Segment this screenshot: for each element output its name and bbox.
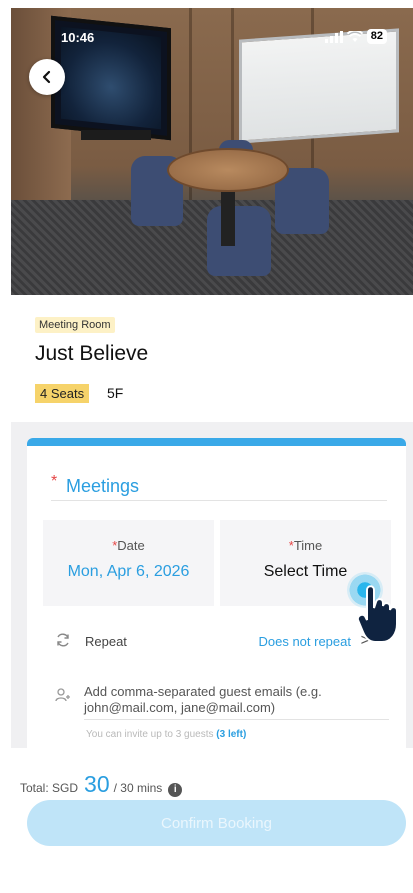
pointing-hand-icon: [357, 585, 398, 643]
room-name: Just Believe: [35, 342, 149, 365]
whiteboard: [239, 28, 399, 144]
meeting-title-value: Meetings: [66, 476, 140, 496]
confirm-booking-button[interactable]: Confirm Booking: [27, 800, 406, 846]
chair: [207, 206, 271, 276]
chevron-left-icon: [42, 70, 51, 84]
guest-emails-input[interactable]: Add comma-separated guest emails (e.g. j…: [84, 684, 389, 720]
repeat-label: Repeat: [85, 634, 127, 649]
room-type-badge: Meeting Room: [35, 317, 115, 333]
room-photo: 10:46 82: [11, 8, 413, 295]
repeat-value: Does not repeat: [258, 634, 351, 649]
date-value: Mon, Apr 6, 2026: [67, 563, 190, 580]
guests-remaining: (3 left): [216, 729, 247, 740]
info-icon[interactable]: i: [168, 783, 183, 797]
wifi-icon: [346, 30, 363, 42]
status-time: 10:46: [61, 30, 95, 45]
total-prefix: Total: SGD: [20, 781, 79, 795]
repeat-row[interactable]: Repeat Does not repeat >: [55, 632, 375, 652]
seats-badge: 4 Seats: [35, 384, 90, 403]
add-person-icon: [55, 688, 70, 702]
total-amount: 30: [84, 771, 110, 797]
back-button[interactable]: [29, 59, 65, 95]
total-duration: / 30 mins: [113, 781, 163, 795]
status-icons: 82: [324, 29, 387, 44]
signal-bars-icon: [324, 30, 343, 43]
meeting-title-field[interactable]: * Meetings: [51, 473, 387, 501]
total-price: Total: SGD 30 / 30 mins i: [20, 771, 183, 798]
date-picker[interactable]: *Date Mon, Apr 6, 2026: [43, 520, 214, 606]
required-marker: *: [51, 473, 58, 490]
date-label: Date: [117, 538, 145, 553]
round-table: [167, 148, 289, 192]
guest-limit-hint: You can invite up to 3 guests (3 left): [86, 729, 247, 740]
time-label: Time: [293, 538, 323, 553]
battery-indicator: 82: [366, 29, 387, 44]
floor-label: 5F: [107, 385, 124, 401]
repeat-icon: [57, 633, 69, 647]
